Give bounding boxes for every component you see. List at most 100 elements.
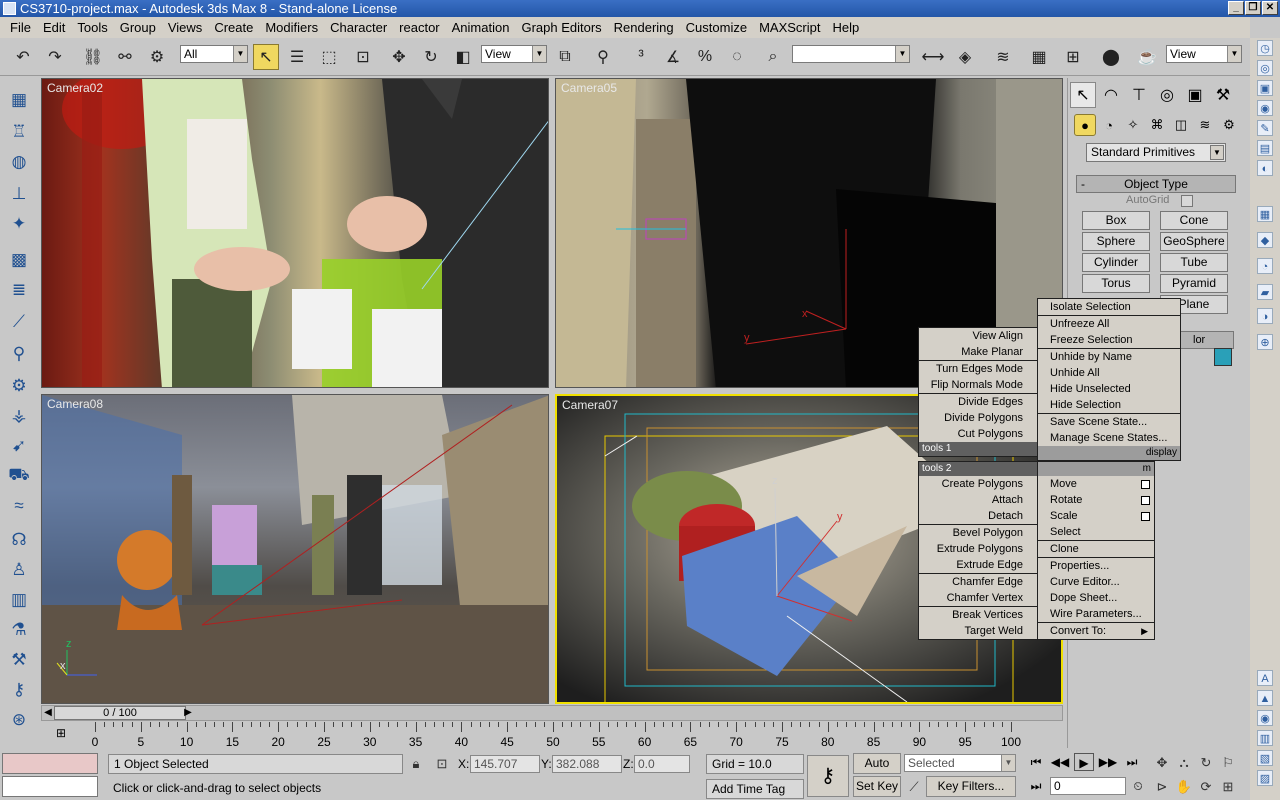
systems-icon[interactable]: ⚙ bbox=[1218, 114, 1240, 136]
menu-modifiers[interactable]: Modifiers bbox=[259, 20, 324, 35]
align-icon[interactable]: ◈ bbox=[952, 44, 978, 70]
category-select[interactable]: Standard Primitives ▼ bbox=[1086, 143, 1226, 162]
options-box-icon[interactable] bbox=[1141, 480, 1150, 489]
quad-item[interactable]: Dope Sheet... bbox=[1038, 590, 1154, 606]
snap-toggle-icon[interactable]: ³ bbox=[628, 44, 654, 70]
menu-animation[interactable]: Animation bbox=[446, 20, 516, 35]
minimize-button[interactable]: _ bbox=[1228, 1, 1244, 15]
quad-item[interactable]: View Align bbox=[919, 328, 1037, 344]
menu-edit[interactable]: Edit bbox=[37, 20, 71, 35]
quad-item[interactable]: Divide Polygons bbox=[919, 410, 1037, 426]
schematic-view-icon[interactable]: ⊞ bbox=[1060, 44, 1086, 70]
viewport-camera02[interactable]: Camera02 bbox=[41, 78, 549, 388]
percent-snap-icon[interactable]: % bbox=[692, 44, 718, 70]
options-box-icon[interactable] bbox=[1141, 512, 1150, 521]
time-slider-thumb[interactable]: 0 / 100 bbox=[54, 706, 186, 720]
space-warps-icon[interactable]: ≋ bbox=[1194, 114, 1216, 136]
default-tangents-icon[interactable]: ⟋ bbox=[904, 777, 924, 797]
y-coordinate-field[interactable]: 382.088 bbox=[552, 755, 622, 773]
quad-item-convert-to[interactable]: Convert To: ▶ bbox=[1038, 623, 1154, 639]
reactor-create-animation-icon[interactable]: ⚷ bbox=[6, 677, 32, 703]
quad-item[interactable]: Flip Normals Mode bbox=[919, 377, 1037, 393]
viewport-label[interactable]: Camera07 bbox=[562, 398, 618, 412]
move-icon[interactable]: ✥ bbox=[386, 44, 412, 70]
object-color-swatch[interactable] bbox=[1214, 348, 1232, 366]
dolly-icon[interactable]: ⚐ bbox=[1218, 753, 1238, 773]
autogrid-checkbox[interactable] bbox=[1181, 195, 1193, 207]
reactor-wind-icon[interactable]: ➹ bbox=[6, 433, 32, 459]
close-button[interactable]: ✕ bbox=[1262, 1, 1278, 15]
quad-item[interactable]: Chamfer Vertex bbox=[919, 590, 1037, 606]
quad-item[interactable]: Target Weld bbox=[919, 623, 1037, 639]
quad-item-rotate[interactable]: Rotate bbox=[1038, 492, 1154, 508]
cylinder-button[interactable]: Cylinder bbox=[1082, 253, 1150, 272]
quad-item[interactable]: Make Planar bbox=[919, 344, 1037, 360]
track-bar[interactable]: ⊞ 0 5 10 15 20 25 30 35 40 45 50 55 60 65 70 75 80 85 90 95… bbox=[41, 722, 1063, 749]
z-coordinate-field[interactable]: 0.0 bbox=[634, 755, 690, 773]
reactor-analyze-icon[interactable]: ▥ bbox=[6, 587, 32, 613]
time-slider-right-icon[interactable]: ▶ bbox=[182, 706, 194, 720]
material-editor-icon[interactable]: ⬤ bbox=[1098, 44, 1124, 70]
menu-file[interactable]: File bbox=[4, 20, 37, 35]
select-object-icon[interactable]: ↖ bbox=[253, 44, 279, 70]
mini-curve-editor-icon[interactable]: ⊞ bbox=[51, 726, 71, 744]
pyramid-button[interactable]: Pyramid bbox=[1160, 274, 1228, 293]
display-tab-icon[interactable]: ▣ bbox=[1182, 82, 1208, 108]
angle-snap-icon[interactable]: ∡ bbox=[660, 44, 686, 70]
scale-icon[interactable]: ◧ bbox=[450, 44, 476, 70]
absolute-mode-icon[interactable]: ⊡ bbox=[432, 754, 452, 774]
orbit-camera-icon[interactable]: ⟳ bbox=[1196, 777, 1216, 797]
strip-icon-2[interactable]: ◎ bbox=[1257, 60, 1273, 76]
quad-item[interactable]: Save Scene State... bbox=[1038, 414, 1180, 430]
curve-editor-icon[interactable]: ▦ bbox=[1026, 44, 1052, 70]
strip-icon-8[interactable]: ▦ bbox=[1257, 206, 1273, 222]
next-frame-icon[interactable]: ▶▶ bbox=[1098, 753, 1118, 771]
quad-item[interactable]: Bevel Polygon bbox=[919, 525, 1037, 541]
cameras-icon[interactable]: ⌘ bbox=[1146, 114, 1168, 136]
quad-item[interactable]: Unhide All bbox=[1038, 365, 1180, 381]
selection-filter-select[interactable]: All ▼ bbox=[180, 45, 248, 63]
reactor-fracture-icon[interactable]: ⚙ bbox=[6, 373, 32, 399]
strip-icon-4[interactable]: ◉ bbox=[1257, 100, 1273, 116]
quad-item[interactable]: Detach bbox=[919, 508, 1037, 524]
cone-button[interactable]: Cone bbox=[1160, 211, 1228, 230]
reactor-rope-icon[interactable]: ⊥ bbox=[6, 181, 32, 207]
quad-item[interactable]: Create Polygons bbox=[919, 476, 1037, 492]
menu-maxscript[interactable]: MAXScript bbox=[753, 20, 826, 35]
reactor-motor-icon[interactable]: ⚶ bbox=[6, 403, 32, 429]
select-link-icon[interactable]: ⛓ bbox=[80, 44, 106, 70]
viewport-label[interactable]: Camera08 bbox=[47, 397, 103, 411]
layer-manager-icon[interactable]: ≋ bbox=[990, 44, 1016, 70]
set-key-icon[interactable]: ⚷ bbox=[807, 755, 849, 797]
quad-item[interactable]: Extrude Polygons bbox=[919, 541, 1037, 557]
pivot-center-icon[interactable]: ⧉ bbox=[552, 44, 578, 70]
bind-space-warp-icon[interactable]: ⚙ bbox=[144, 44, 170, 70]
geosphere-button[interactable]: GeoSphere bbox=[1160, 232, 1228, 251]
edit-named-selections-icon[interactable]: ⌕ bbox=[760, 44, 786, 70]
reactor-utility-icon[interactable]: ⊛ bbox=[6, 707, 32, 733]
object-type-rollout[interactable]: - Object Type bbox=[1076, 175, 1236, 193]
torus-button[interactable]: Torus bbox=[1082, 274, 1150, 293]
strip-icon-11[interactable]: ▰ bbox=[1257, 284, 1273, 300]
hierarchy-tab-icon[interactable]: ⊤ bbox=[1126, 82, 1152, 108]
quad-item[interactable]: Isolate Selection bbox=[1038, 299, 1180, 315]
quad-item-scale[interactable]: Scale bbox=[1038, 508, 1154, 524]
viewport-label[interactable]: Camera05 bbox=[561, 81, 617, 95]
menu-character[interactable]: Character bbox=[324, 20, 393, 35]
undo-icon[interactable]: ↶ bbox=[10, 44, 36, 70]
strip-icon-15[interactable]: ▲ bbox=[1257, 690, 1273, 706]
tube-button[interactable]: Tube bbox=[1160, 253, 1228, 272]
reactor-water-icon[interactable]: ≈ bbox=[6, 493, 32, 519]
orbit-icon[interactable]: ↻ bbox=[1196, 753, 1216, 773]
strip-icon-3[interactable]: ▣ bbox=[1257, 80, 1273, 96]
go-to-end-icon[interactable]: ⏭ bbox=[1122, 753, 1142, 771]
quad-item[interactable]: Extrude Edge bbox=[919, 557, 1037, 573]
x-coordinate-field[interactable]: 145.707 bbox=[470, 755, 540, 773]
name-color-rollout[interactable]: lor bbox=[1178, 331, 1234, 349]
strip-icon-13[interactable]: ⊕ bbox=[1257, 334, 1273, 350]
quad-item[interactable]: Unhide by Name bbox=[1038, 349, 1180, 365]
time-configuration-icon[interactable]: ⏲ bbox=[1128, 777, 1148, 795]
quad-item[interactable]: Curve Editor... bbox=[1038, 574, 1154, 590]
menu-graph-editors[interactable]: Graph Editors bbox=[515, 20, 607, 35]
menu-create[interactable]: Create bbox=[208, 20, 259, 35]
